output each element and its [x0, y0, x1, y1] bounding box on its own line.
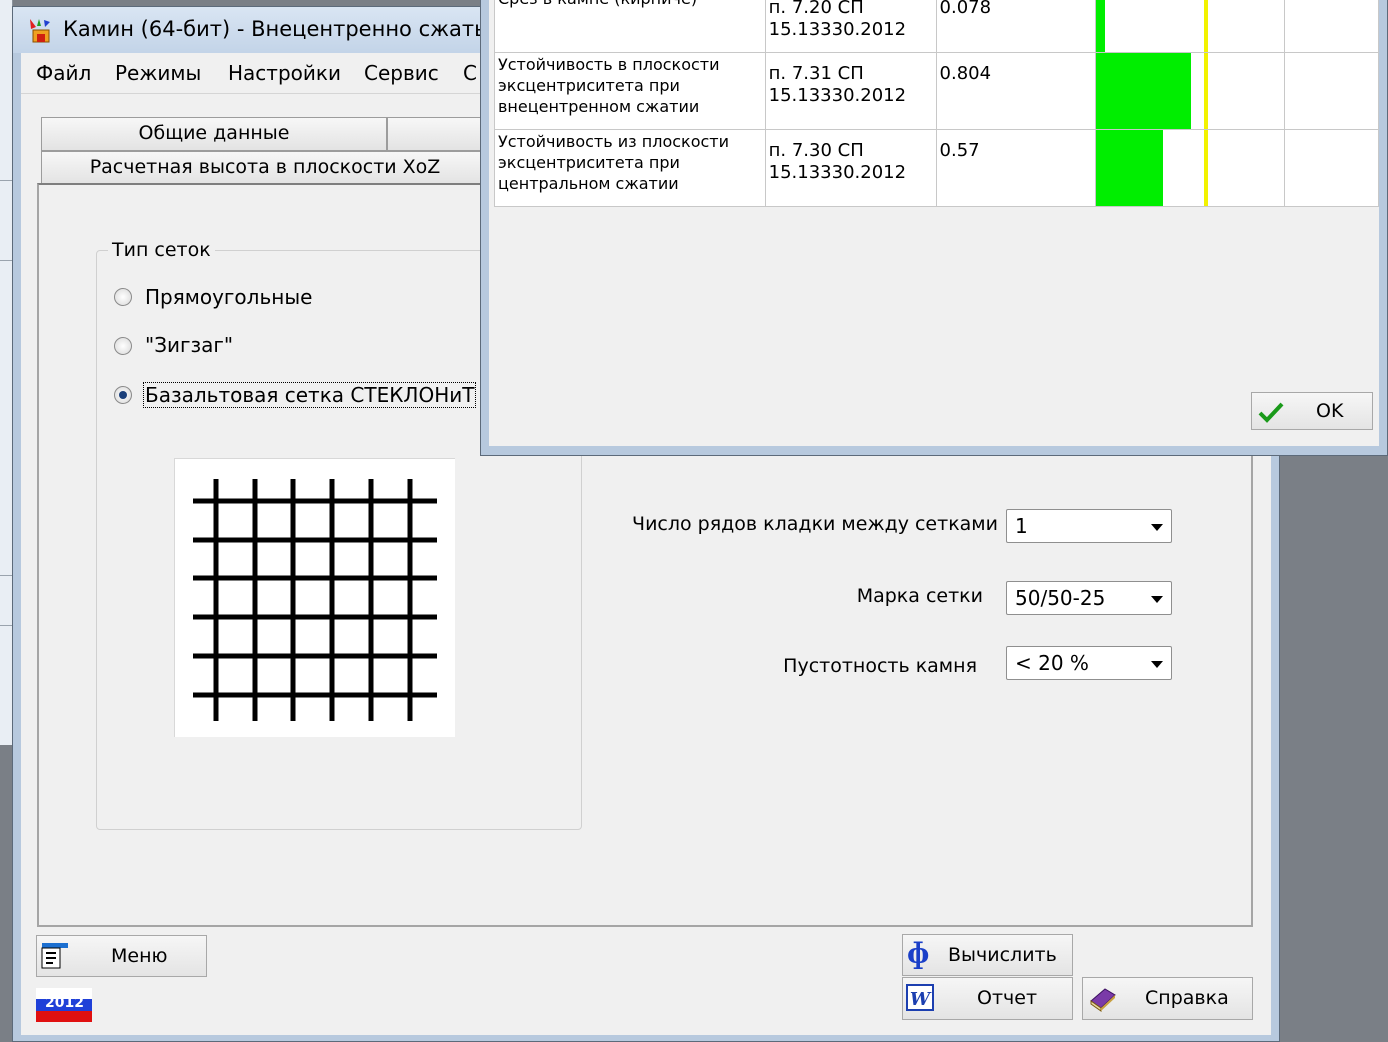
empty-cell	[1284, 52, 1379, 130]
mesh-preview-image	[174, 458, 455, 737]
mesh-type-legend: Тип сеток	[108, 239, 215, 261]
results-dialog: Срез в камне (кирпиче)п. 7.20 СП15.13330…	[480, 0, 1388, 456]
limit-line	[1203, 130, 1208, 206]
value-cell: 0.57	[935, 129, 1096, 207]
help-button-label: Справка	[1145, 987, 1229, 1009]
calculate-button-label: Вычислить	[948, 944, 1057, 966]
menu-button-label: Меню	[111, 945, 168, 967]
voidness-select-value: < 20 %	[1015, 651, 1089, 675]
tab-second[interactable]	[387, 117, 489, 151]
limit-line	[1203, 53, 1208, 129]
clause-line1: п. 7.20 СП	[768, 0, 864, 18]
table-row: Устойчивость в плоскости эксцентриситета…	[494, 52, 1379, 130]
chevron-down-icon	[1151, 524, 1163, 531]
voidness-select[interactable]: < 20 %	[1006, 646, 1172, 680]
calculate-button[interactable]: ɸ Вычислить	[902, 934, 1073, 976]
table-row: Устойчивость из плоскости эксцентриситет…	[494, 129, 1379, 207]
value-cell: 0.078	[935, 0, 1096, 53]
clause-cell: п. 7.31 СП 15.13330.2012	[764, 52, 937, 130]
clause-line2: 15.13330.2012	[768, 162, 907, 183]
chevron-down-icon	[1151, 661, 1163, 668]
help-button[interactable]: Справка	[1082, 977, 1253, 1020]
empty-cell	[1284, 0, 1379, 53]
results-dialog-client: Срез в камне (кирпиче)п. 7.20 СП15.13330…	[489, 0, 1379, 446]
utilization-bar	[1095, 130, 1163, 206]
bar-cell	[1094, 0, 1286, 53]
menu-button[interactable]: Меню	[36, 935, 207, 977]
value-cell: 0.804	[935, 52, 1096, 130]
limit-line	[1203, 0, 1208, 52]
check-icon	[1258, 402, 1284, 423]
voidness-label: Пустотность камня	[783, 655, 977, 677]
menu-icon	[41, 943, 68, 969]
clause-line2: 15.13330.2012	[768, 19, 907, 40]
radio-basalt-label[interactable]: Базальтовая сетка СТЕКЛОНиТ	[143, 382, 477, 408]
menu-modes[interactable]: Режимы	[115, 61, 201, 85]
empty-cell	[1284, 129, 1379, 207]
ok-button-label: OK	[1316, 400, 1344, 422]
menu-service[interactable]: Сервис	[364, 61, 439, 85]
bar-cell	[1094, 52, 1286, 130]
check-name: Устойчивость в плоскости эксцентриситета…	[494, 52, 766, 130]
phi-icon: ɸ	[907, 937, 930, 970]
chevron-down-icon	[1151, 596, 1163, 603]
rows-label: Число рядов кладки между сетками	[632, 513, 998, 535]
grade-select-value: 50/50-25	[1015, 586, 1106, 610]
bar-cell	[1094, 129, 1286, 207]
grade-select[interactable]: 50/50-25	[1006, 581, 1172, 615]
rows-select[interactable]: 1	[1006, 509, 1172, 543]
clause-line1: п. 7.30 СП	[768, 140, 864, 161]
rows-select-value: 1	[1015, 514, 1028, 538]
utilization-bar	[1095, 0, 1105, 52]
clause-cell: п. 7.30 СП 15.13330.2012	[764, 129, 937, 207]
report-button-label: Отчет	[977, 987, 1038, 1009]
badge-year: 2012	[45, 995, 84, 1011]
app-icon	[30, 19, 50, 43]
flag-badge: 2012	[36, 988, 92, 1022]
results-table: Срез в камне (кирпиче)п. 7.20 СП15.13330…	[494, 0, 1379, 207]
word-icon: W	[906, 984, 934, 1011]
tab-general[interactable]: Общие данные	[41, 117, 387, 151]
check-name: Устойчивость из плоскости эксцентриситет…	[494, 129, 766, 207]
radio-basalt[interactable]	[114, 386, 132, 404]
tab-height-xoz[interactable]: Расчетная высота в плоскости XoZ	[41, 151, 489, 185]
clause-line2: 15.13330.2012	[768, 85, 907, 106]
table-row: Срез в камне (кирпиче)п. 7.20 СП15.13330…	[494, 0, 1379, 53]
ok-button[interactable]: OK	[1251, 392, 1373, 430]
clause-line1: п. 7.31 СП	[768, 63, 864, 84]
book-icon	[1090, 988, 1116, 1012]
report-button[interactable]: W Отчет	[902, 977, 1073, 1020]
menu-file[interactable]: Файл	[36, 61, 91, 85]
mesh-grid-icon	[193, 479, 437, 721]
clause-cell: п. 7.20 СП 15.13330.2012	[764, 0, 937, 53]
menu-settings[interactable]: Настройки	[228, 61, 341, 85]
radio-rectangular[interactable]	[114, 288, 132, 306]
radio-rectangular-label[interactable]: Прямоугольные	[145, 285, 312, 309]
window-title: Камин (64-бит) - Внецентренно сжатые э	[63, 17, 522, 41]
radio-zigzag[interactable]	[114, 337, 132, 355]
grade-label: Марка сетки	[856, 585, 983, 607]
radio-zigzag-label[interactable]: "Зигзаг"	[145, 333, 233, 357]
menu-next[interactable]: С	[463, 61, 477, 85]
svg-text:W: W	[910, 989, 932, 1010]
check-name: Срез в камне (кирпиче)	[494, 0, 766, 53]
utilization-bar	[1095, 53, 1191, 129]
